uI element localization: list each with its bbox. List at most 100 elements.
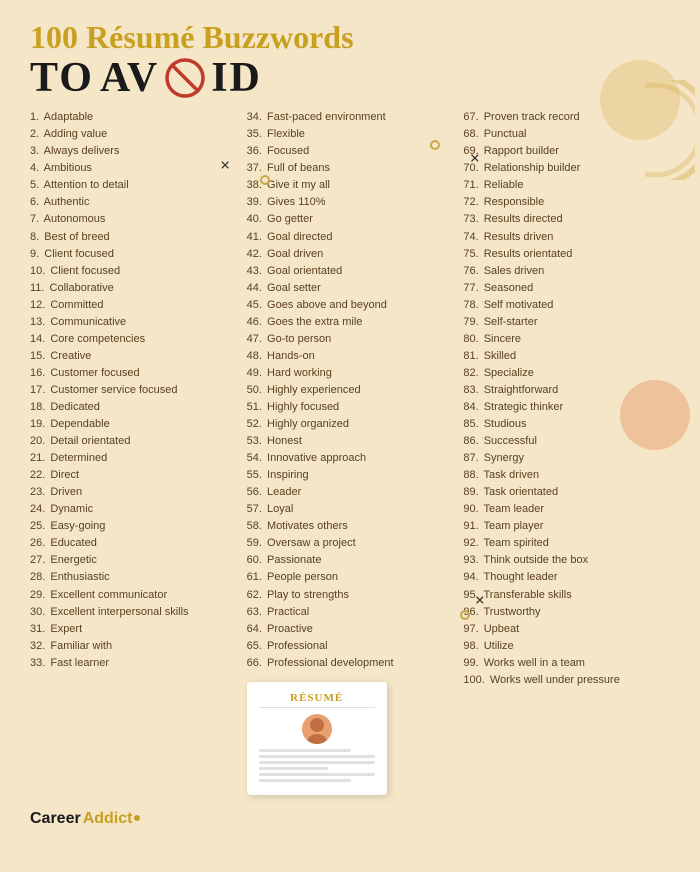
list-item: 6. Authentic bbox=[30, 194, 237, 211]
item-number: 36. bbox=[247, 145, 262, 157]
item-number: 3. bbox=[30, 145, 39, 157]
list-item: 77. Seasoned bbox=[463, 280, 670, 297]
list-item: 15. Creative bbox=[30, 348, 237, 365]
list-item: 26. Educated bbox=[30, 535, 237, 552]
list-item: 64. Proactive bbox=[247, 621, 454, 638]
item-number: 56. bbox=[247, 486, 262, 498]
item-number: 26. bbox=[30, 537, 45, 549]
item-number: 84. bbox=[463, 401, 478, 413]
item-number: 76. bbox=[463, 265, 478, 277]
list-item: 92. Team spirited bbox=[463, 535, 670, 552]
list-item: 87. Synergy bbox=[463, 450, 670, 467]
item-number: 45. bbox=[247, 299, 262, 311]
list-item: 36. Focused bbox=[247, 143, 454, 160]
resume-line-1 bbox=[259, 749, 352, 752]
list-item: 46. Goes the extra mile bbox=[247, 314, 454, 331]
list-item: 100. Works well under pressure bbox=[463, 672, 670, 689]
item-number: 21. bbox=[30, 452, 45, 464]
logo-addict-text: Addict bbox=[83, 810, 133, 828]
list-item: 66. Professional development bbox=[247, 655, 454, 672]
list-item: 75. Results orientated bbox=[463, 246, 670, 263]
list-item: 98. Utilize bbox=[463, 638, 670, 655]
list-item: 94. Thought leader bbox=[463, 569, 670, 586]
list-item: 33. Fast learner bbox=[30, 655, 237, 672]
item-number: 19. bbox=[30, 418, 45, 430]
list-item: 58. Motivates others bbox=[247, 518, 454, 535]
list-item: 81. Skilled bbox=[463, 348, 670, 365]
list-item: 10. Client focused bbox=[30, 263, 237, 280]
item-number: 9. bbox=[30, 248, 39, 260]
deco-o2 bbox=[430, 140, 440, 150]
list-item: 97. Upbeat bbox=[463, 621, 670, 638]
list-item: 93. Think outside the box bbox=[463, 552, 670, 569]
item-number: 29. bbox=[30, 589, 45, 601]
list-item: 41. Goal directed bbox=[247, 229, 454, 246]
item-number: 48. bbox=[247, 350, 262, 362]
item-number: 34. bbox=[247, 111, 262, 123]
list-item: 57. Loyal bbox=[247, 501, 454, 518]
item-number: 68. bbox=[463, 128, 478, 140]
list-item: 39. Gives 110% bbox=[247, 194, 454, 211]
item-number: 92. bbox=[463, 537, 478, 549]
item-number: 7. bbox=[30, 213, 39, 225]
list-item: 13. Communicative bbox=[30, 314, 237, 331]
item-number: 53. bbox=[247, 435, 262, 447]
logo-section: Career Addict bbox=[30, 810, 670, 828]
resume-line-4 bbox=[259, 767, 329, 770]
item-number: 47. bbox=[247, 333, 262, 345]
resume-line-3 bbox=[259, 761, 375, 764]
item-number: 18. bbox=[30, 401, 45, 413]
list-item: 43. Goal orientated bbox=[247, 263, 454, 280]
col2-list: 34. Fast-paced environment35. Flexible36… bbox=[247, 109, 454, 672]
list-item: 70. Relationship builder bbox=[463, 160, 670, 177]
list-item: 62. Play to strengths bbox=[247, 587, 454, 604]
list-item: 69. Rapport builder bbox=[463, 143, 670, 160]
deco-x2: × bbox=[470, 148, 480, 169]
item-number: 93. bbox=[463, 554, 478, 566]
avoid-line: TO AV ID bbox=[30, 57, 670, 99]
item-number: 17. bbox=[30, 384, 45, 396]
list-item: 12. Committed bbox=[30, 297, 237, 314]
item-number: 13. bbox=[30, 316, 45, 328]
list-item: 74. Results driven bbox=[463, 229, 670, 246]
item-number: 66. bbox=[247, 657, 262, 669]
list-item: 59. Oversaw a project bbox=[247, 535, 454, 552]
list-item: 25. Easy-going bbox=[30, 518, 237, 535]
item-number: 98. bbox=[463, 640, 478, 652]
list-item: 50. Highly experienced bbox=[247, 382, 454, 399]
resume-card: RÉSUMÉ bbox=[247, 682, 387, 795]
column-2: 34. Fast-paced environment35. Flexible36… bbox=[247, 109, 454, 795]
item-number: 42. bbox=[247, 248, 262, 260]
list-item: 5. Attention to detail bbox=[30, 177, 237, 194]
item-number: 60. bbox=[247, 554, 262, 566]
item-number: 83. bbox=[463, 384, 478, 396]
deco-circle-right-mid bbox=[620, 380, 690, 450]
avoid-text-id: ID bbox=[211, 57, 262, 99]
item-number: 25. bbox=[30, 520, 45, 532]
list-item: 95. Transferable skills bbox=[463, 587, 670, 604]
deco-x3: × bbox=[475, 590, 485, 611]
resume-line-2 bbox=[259, 755, 375, 758]
resume-card-title: RÉSUMÉ bbox=[259, 692, 375, 708]
list-item: 40. Go getter bbox=[247, 211, 454, 228]
list-item: 17. Customer service focused bbox=[30, 382, 237, 399]
item-number: 63. bbox=[247, 606, 262, 618]
item-number: 64. bbox=[247, 623, 262, 635]
item-number: 77. bbox=[463, 282, 478, 294]
list-item: 48. Hands-on bbox=[247, 348, 454, 365]
list-item: 63. Practical bbox=[247, 604, 454, 621]
item-number: 55. bbox=[247, 469, 262, 481]
item-number: 94. bbox=[463, 571, 478, 583]
list-item: 96. Trustworthy bbox=[463, 604, 670, 621]
list-item: 28. Enthusiastic bbox=[30, 569, 237, 586]
list-item: 29. Excellent communicator bbox=[30, 587, 237, 604]
item-number: 62. bbox=[247, 589, 262, 601]
avoid-text-to: TO bbox=[30, 57, 94, 99]
item-number: 52. bbox=[247, 418, 262, 430]
list-item: 2. Adding value bbox=[30, 126, 237, 143]
list-item: 3. Always delivers bbox=[30, 143, 237, 160]
content-area: 1. Adaptable2. Adding value3. Always del… bbox=[30, 109, 670, 795]
list-item: 78. Self motivated bbox=[463, 297, 670, 314]
list-item: 49. Hard working bbox=[247, 365, 454, 382]
list-item: 60. Passionate bbox=[247, 552, 454, 569]
